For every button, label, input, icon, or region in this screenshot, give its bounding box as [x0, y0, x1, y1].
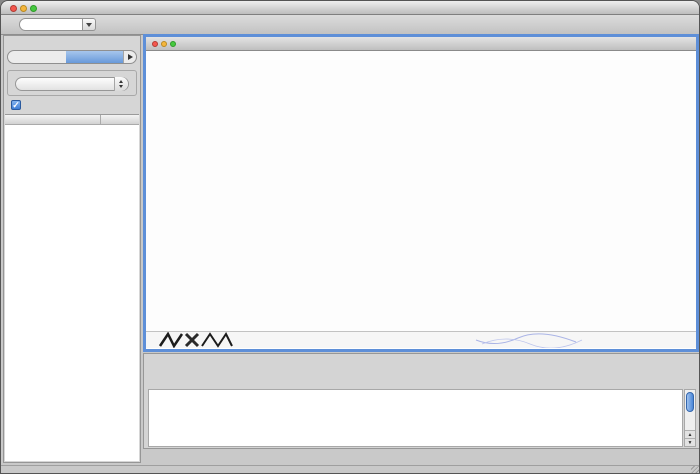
scroll-down-button[interactable]: ▼ — [685, 438, 695, 446]
net-minimize-button[interactable] — [161, 41, 167, 47]
right-arrow-icon — [128, 54, 133, 60]
zoom-button[interactable] — [30, 5, 37, 12]
scrollbar-thumb[interactable] — [686, 392, 694, 412]
float-panel-icon[interactable] — [128, 38, 137, 47]
data-panel-toolbar — [148, 368, 696, 387]
scroll-up-button[interactable]: ▲ — [685, 430, 695, 438]
tree-header-network — [5, 115, 101, 124]
net-zoom-button[interactable] — [170, 41, 176, 47]
search-input[interactable] — [19, 18, 83, 31]
minimize-button[interactable] — [20, 5, 27, 12]
strip-shape — [186, 334, 198, 346]
strip-shape — [202, 334, 232, 346]
attribute-browser-tabs — [143, 449, 700, 465]
node-color-selection-group — [7, 70, 137, 96]
control-panel-tabs — [7, 50, 137, 64]
network-canvas[interactable] — [146, 51, 696, 331]
dropdown-stepper-icon — [114, 77, 128, 91]
network-window-titlebar[interactable] — [146, 37, 696, 51]
tree-header-nodes — [101, 115, 139, 124]
network-tree-panel — [5, 114, 139, 461]
data-panel-header — [144, 354, 700, 366]
status-bar — [1, 465, 700, 474]
network-tab-icon — [31, 53, 40, 62]
window-titlebar — [1, 1, 700, 15]
strip-shape — [160, 334, 182, 346]
net-close-button[interactable] — [152, 41, 158, 47]
tab-overflow-button[interactable] — [123, 51, 136, 63]
table-scrollbar[interactable]: ▲ ▼ — [684, 389, 696, 447]
resize-grip[interactable] — [691, 466, 700, 474]
attribute-table — [148, 389, 683, 447]
select-nodes-row: ✓ — [11, 100, 25, 110]
data-panel: ▲ ▼ — [143, 353, 700, 449]
search-dropdown-button[interactable] — [83, 18, 96, 31]
control-panel: ✓ — [3, 35, 141, 463]
select-nodes-checkbox[interactable]: ✓ — [11, 100, 21, 110]
close-button[interactable] — [10, 5, 17, 12]
tree-header — [5, 115, 139, 125]
main-toolbar — [1, 15, 700, 35]
control-panel-header — [4, 36, 140, 48]
application-window: ✓ — [0, 0, 700, 474]
tab-network[interactable] — [8, 51, 66, 63]
node-color-dropdown[interactable] — [15, 77, 129, 91]
float-panel-icon[interactable] — [688, 356, 697, 365]
network-view-window[interactable] — [143, 34, 699, 352]
tab-mosaic[interactable] — [66, 51, 124, 63]
network-canvas-overflow — [146, 331, 696, 348]
